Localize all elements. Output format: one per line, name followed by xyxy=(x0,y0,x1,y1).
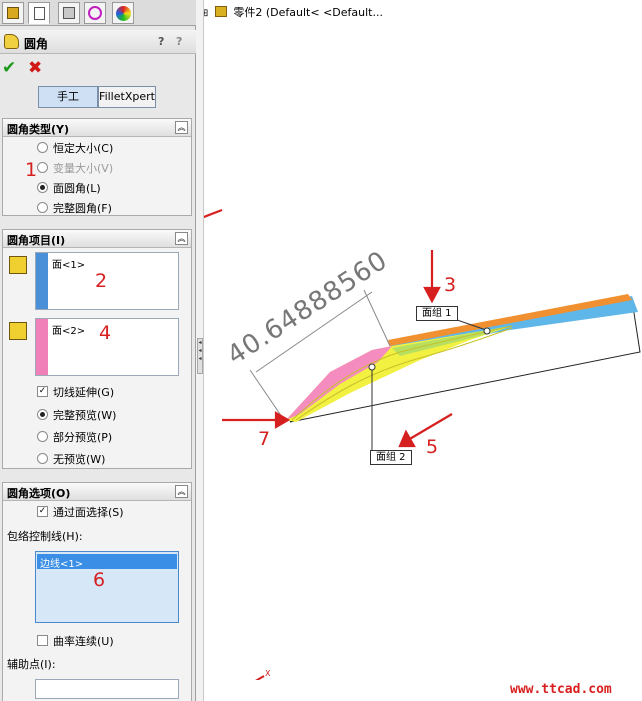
option-variable-size[interactable]: 变量大小(V) xyxy=(53,160,113,176)
option-full-round[interactable]: 完整圆角(F) xyxy=(53,200,112,216)
tab-property-manager[interactable] xyxy=(28,2,50,24)
radio-variable-size[interactable] xyxy=(37,162,48,173)
detail-help-icon[interactable]: ? xyxy=(176,35,182,48)
annot-5: 5 xyxy=(426,436,439,458)
feature-tree-icon xyxy=(7,7,19,19)
annot-1: 1 xyxy=(25,159,38,181)
feature-title-bar: 圆角 ? ? xyxy=(0,30,196,54)
config-icon xyxy=(63,7,75,19)
tangent-propagation-label[interactable]: 切线延伸(G) xyxy=(53,384,114,400)
collapse-chevron-icon[interactable]: ︽ xyxy=(175,485,188,498)
help-icon[interactable]: ? xyxy=(158,35,164,48)
axis-x-label: X xyxy=(265,669,271,678)
feature-title: 圆角 xyxy=(24,37,49,51)
color-wheel-icon xyxy=(116,6,131,21)
tangent-propagation-checkbox[interactable]: ✓ xyxy=(37,386,48,397)
select-through-faces-checkbox[interactable]: ✓ xyxy=(37,506,48,517)
part-name: 零件2 (Default< <Default... xyxy=(233,6,383,19)
face-set-2-callout[interactable]: 面组 2 xyxy=(370,450,412,465)
dim-ext-line1 xyxy=(249,369,285,421)
watermark: www.ttcad.com xyxy=(510,682,612,697)
option-no-preview[interactable]: 无预览(W) xyxy=(53,451,105,467)
fillet-type-header[interactable]: 圆角类型(Y) ︽ xyxy=(3,119,191,137)
manual-mode-button[interactable]: 手工 xyxy=(38,86,98,108)
curvature-continuous-label[interactable]: 曲率连续(U) xyxy=(53,633,114,649)
fillet-options-header[interactable]: 圆角选项(O) ︽ xyxy=(3,483,191,501)
tab-dimxpert[interactable] xyxy=(84,2,106,24)
fillet-items-header[interactable]: 圆角项目(I) ︽ xyxy=(3,230,191,248)
radio-face-fillet[interactable] xyxy=(37,182,48,193)
help-point-label: 辅助点(I): xyxy=(7,658,56,671)
curvature-continuous-checkbox[interactable] xyxy=(37,635,48,646)
tab-feature-manager[interactable] xyxy=(2,2,24,24)
fillet-items-section: 圆角项目(I) ︽ 面<1> 2 面<2> 4 ✓ 切线延伸(G) 完整预览(W… xyxy=(2,229,192,469)
option-face-fillet[interactable]: 面圆角(L) xyxy=(53,180,101,196)
tab-config-manager[interactable] xyxy=(58,2,80,24)
tab-display-manager[interactable] xyxy=(112,2,134,24)
collapse-chevron-icon[interactable]: ︽ xyxy=(175,232,188,245)
feature-tree-root[interactable]: ⊞ 零件2 (Default< <Default... xyxy=(200,4,383,20)
select-through-faces-label[interactable]: 通过面选择(S) xyxy=(53,504,124,520)
radio-partial-preview[interactable] xyxy=(37,431,48,442)
panel-splitter[interactable]: ◂ ◂ ◂ xyxy=(196,0,204,701)
collapse-panel-icon[interactable]: ◂ ◂ ◂ xyxy=(197,338,203,374)
manager-tabs xyxy=(0,0,196,26)
radio-constant-size[interactable] xyxy=(37,142,48,153)
face-select-icon xyxy=(9,256,27,274)
property-manager: 圆角 ? ? ✔ ✖ 手工 FilletXpert 圆角类型(Y) ︽ 恒定大小… xyxy=(0,0,196,701)
face-select-icon xyxy=(9,322,27,340)
dim-ext-line2 xyxy=(363,289,391,347)
option-partial-preview[interactable]: 部分预览(P) xyxy=(53,429,112,445)
hold-line-list[interactable]: 边线<1> xyxy=(35,551,179,623)
collapse-chevron-icon[interactable]: ︽ xyxy=(175,121,188,134)
annot-2: 2 xyxy=(95,270,108,292)
part-icon xyxy=(214,6,227,17)
crosshair-icon xyxy=(88,6,102,20)
fillet-options-section: 圆角选项(O) ︽ ✓ 通过面选择(S) 包络控制线(H): 边线<1> 6 曲… xyxy=(2,482,192,701)
fillet-type-section: 圆角类型(Y) ︽ 恒定大小(C) 变量大小(V) 面圆角(L) 完整圆角(F)… xyxy=(2,118,192,216)
property-icon xyxy=(34,7,45,20)
face-1-item[interactable]: 面<1> xyxy=(52,256,85,271)
fillet-feature-icon xyxy=(4,34,19,49)
face-2-item[interactable]: 面<2> xyxy=(52,322,85,337)
radio-full-round[interactable] xyxy=(37,202,48,213)
radio-no-preview[interactable] xyxy=(37,453,48,464)
radio-full-preview[interactable] xyxy=(37,409,48,420)
filletxpert-mode-button[interactable]: FilletXpert xyxy=(98,86,156,108)
annot-6: 6 xyxy=(93,569,106,591)
help-point-field[interactable] xyxy=(35,679,179,699)
face-set-1-callout[interactable]: 面组 1 xyxy=(416,306,458,321)
ok-button[interactable]: ✔ xyxy=(2,58,16,78)
annot-3: 3 xyxy=(444,274,457,296)
annot-4: 4 xyxy=(99,322,112,344)
hold-line-label: 包络控制线(H): xyxy=(7,530,83,543)
option-full-preview[interactable]: 完整预览(W) xyxy=(53,407,116,423)
cancel-button[interactable]: ✖ xyxy=(28,58,42,78)
edge-1-item[interactable]: 边线<1> xyxy=(40,555,83,570)
option-constant-size[interactable]: 恒定大小(C) xyxy=(53,140,113,156)
axis-triad xyxy=(255,675,265,680)
annot-7: 7 xyxy=(258,428,271,450)
